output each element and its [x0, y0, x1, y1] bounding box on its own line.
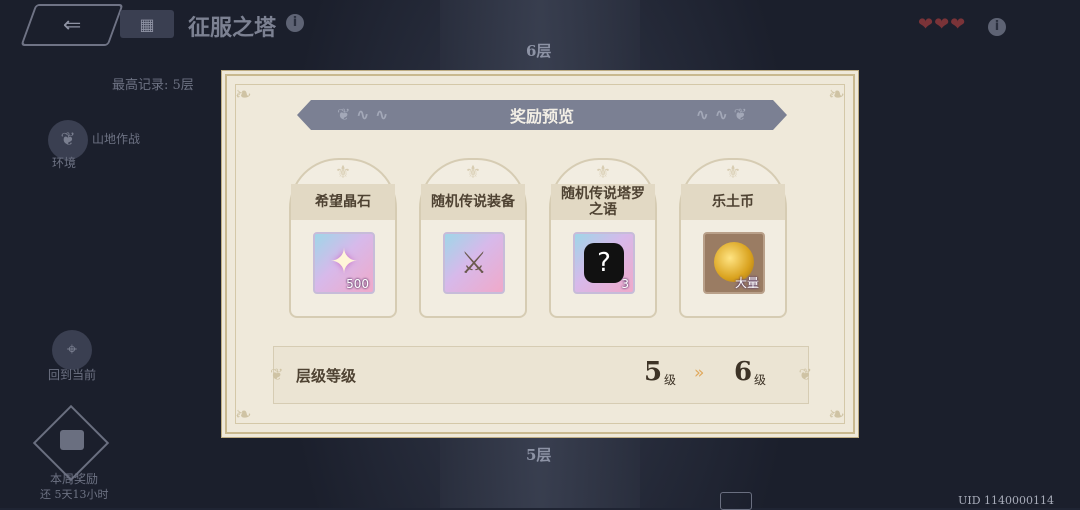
back-arrow-icon: ⇐ — [62, 12, 82, 38]
uid-label: UID 1140000114 — [958, 494, 1054, 507]
bottom-button[interactable] — [720, 492, 752, 510]
row-ornament-icon: ❦ — [798, 365, 812, 384]
reward-item[interactable]: ? 3 — [573, 232, 635, 294]
back-button[interactable]: ⇐ — [20, 4, 124, 46]
reward-card[interactable]: ⚜ 希望晶石 ✦ 500 — [289, 158, 397, 318]
return-current-label: 回到当前 — [48, 368, 97, 382]
best-record: 最高记录: 5层 — [112, 78, 194, 93]
fleur-icon: ⚜ — [334, 162, 352, 183]
hearts-indicator: ❤❤❤ — [918, 14, 967, 35]
environment-label: 环境 — [52, 156, 77, 170]
star-crystal-icon: ✦ — [329, 242, 359, 282]
title-info-icon[interactable]: i — [286, 14, 304, 32]
reward-count: 大量 — [734, 276, 759, 290]
reward-name: 随机传说塔罗之语 — [551, 184, 655, 220]
reward-name: 乐土币 — [681, 184, 785, 220]
modal-title: 奖励预览 — [509, 107, 574, 126]
banner-ornament-icon: ❦ ∿ ∿ — [337, 105, 389, 124]
modal-title-banner: ❦ ∿ ∿ 奖励预览 ∿ ∿ ❦ — [297, 100, 787, 130]
reward-item[interactable]: 大量 — [703, 232, 765, 294]
weekly-reward-label: 本周奖励 — [50, 472, 99, 486]
fleur-icon: ⚜ — [594, 162, 612, 183]
corner-ornament-icon: ❧ — [235, 82, 252, 106]
corner-ornament-icon: ❧ — [828, 402, 845, 426]
reward-item[interactable]: ⚔ — [443, 232, 505, 294]
tier-level-row: ❦ ❦ 层级等级 5 级 » 6 级 — [270, 346, 812, 404]
reward-card[interactable]: ⚜ 随机传说装备 ⚔ — [419, 158, 527, 318]
menu-button[interactable]: ▦ — [120, 10, 174, 38]
row-ornament-icon: ❦ — [270, 365, 284, 384]
floor-label-bottom: 5层 — [526, 446, 552, 464]
corner-ornament-icon: ❧ — [235, 402, 252, 426]
question-weapon-icon: ⚔ — [460, 246, 488, 281]
top-bar: ⇐ ▦ 征服之塔 i ❤❤❤ i — [0, 0, 1080, 48]
location-pin-icon[interactable]: ⌖ — [52, 330, 92, 370]
reward-preview-modal: ❧ ❧ ❧ ❧ ❦ ∿ ∿ 奖励预览 ∿ ∿ ❦ ⚜ 希望晶石 ✦ 500 ⚜ … — [225, 74, 855, 434]
fleur-icon: ⚜ — [724, 162, 742, 183]
help-info-icon[interactable]: i — [988, 18, 1006, 36]
chest-icon — [60, 430, 84, 450]
tier-level-label: 层级等级 — [296, 367, 357, 385]
fleur-icon: ⚜ — [464, 162, 482, 183]
reward-card[interactable]: ⚜ 乐土币 大量 — [679, 158, 787, 318]
level-unit: 级 — [754, 373, 767, 387]
corner-ornament-icon: ❧ — [828, 82, 845, 106]
environment-name: 山地作战 — [92, 132, 141, 146]
reward-item[interactable]: ✦ 500 — [313, 232, 375, 294]
grid-icon: ▦ — [139, 14, 155, 34]
reward-count: 500 — [346, 277, 369, 291]
level-unit: 级 — [664, 373, 677, 387]
reward-name: 随机传说装备 — [421, 184, 525, 220]
weekly-reward-timer: 还 5天13小时 — [40, 488, 109, 501]
double-chevron-icon: » — [694, 363, 705, 383]
reward-count: 3 — [621, 277, 629, 291]
reward-name: 希望晶石 — [291, 184, 395, 220]
page-title: 征服之塔 — [188, 15, 277, 41]
banner-ornament-icon: ∿ ∿ ❦ — [695, 105, 747, 124]
reward-card[interactable]: ⚜ 随机传说塔罗之语 ? 3 — [549, 158, 657, 318]
current-level: 5 — [644, 357, 663, 387]
next-level: 6 — [734, 357, 753, 387]
